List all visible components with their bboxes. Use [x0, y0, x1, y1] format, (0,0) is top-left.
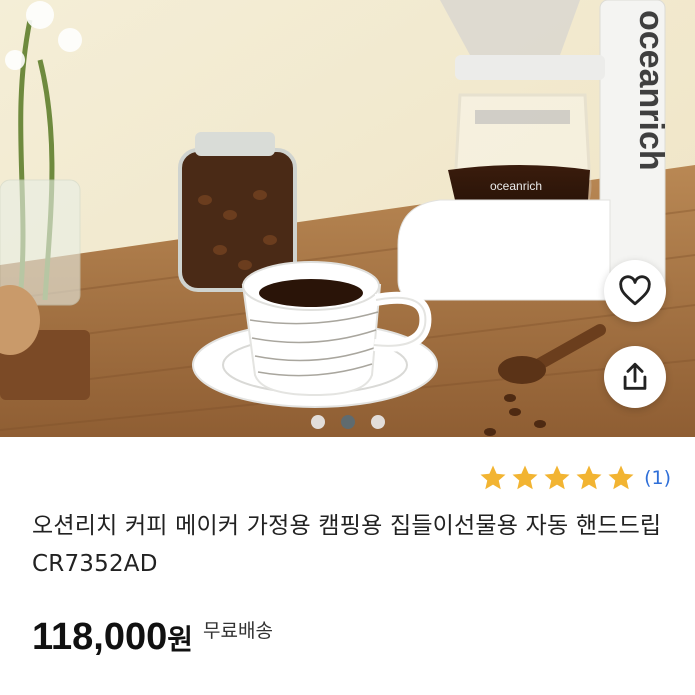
review-count[interactable]: (1): [644, 467, 671, 489]
product-image[interactable]: oceanrich oceanrich: [0, 0, 695, 437]
rating[interactable]: (1): [478, 463, 671, 493]
gallery-pagination: [0, 414, 695, 430]
product-title: 오션리치 커피 메이커 가정용 캠핑용 집들이선물용 자동 핸드드립 CR735…: [32, 513, 662, 577]
gallery-dot[interactable]: [310, 415, 325, 429]
like-button[interactable]: [604, 260, 666, 322]
svg-text:oceanrich: oceanrich: [490, 179, 542, 193]
price-value: 118,000: [32, 616, 168, 658]
price-currency: 원: [167, 623, 194, 656]
share-button[interactable]: [604, 346, 666, 408]
star-icon: [480, 465, 506, 490]
price-row: 118,000 원 무료배송: [32, 616, 273, 659]
brand-print: oceanrich: [632, 10, 670, 171]
heart-icon: [619, 275, 651, 306]
star-icon: [576, 465, 602, 490]
gallery-dot-active[interactable]: [340, 415, 355, 429]
star-icon: [512, 465, 538, 490]
gallery-dot[interactable]: [370, 415, 385, 429]
star-icon: [608, 465, 634, 490]
share-icon: [623, 362, 647, 390]
star-icon: [544, 465, 570, 490]
shipping-label: 무료배송: [203, 620, 273, 642]
